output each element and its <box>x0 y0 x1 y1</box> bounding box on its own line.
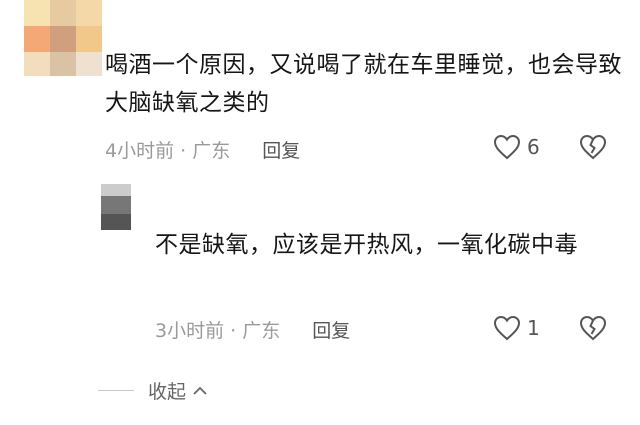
meta-separator: · <box>230 320 237 342</box>
avatar-mosaic-cell <box>50 26 76 52</box>
collapse-replies-button[interactable]: 收起 <box>98 377 208 404</box>
heart-outline-icon <box>493 134 521 160</box>
avatar-mosaic-cell <box>101 214 131 230</box>
like-button[interactable]: 1 <box>493 315 540 341</box>
avatar-mosaic-cell <box>24 0 50 26</box>
avatar-mosaic-cell <box>76 0 102 26</box>
collapse-label: 收起 <box>148 381 187 403</box>
meta-separator: · <box>180 140 187 162</box>
avatar-mosaic-cell <box>50 0 76 26</box>
reply-text: 不是缺氧，应该是开热风，一氧化碳中毒 <box>155 232 578 258</box>
dislike-button[interactable] <box>579 315 607 345</box>
comment-time: 4小时前 <box>105 140 175 162</box>
broken-heart-icon <box>579 315 607 341</box>
reply-button[interactable]: 回复 <box>312 320 350 342</box>
user-avatar[interactable] <box>24 0 102 76</box>
broken-heart-icon <box>579 134 607 160</box>
heart-outline-icon <box>493 315 521 341</box>
avatar-mosaic-cell <box>50 52 76 76</box>
like-button[interactable]: 6 <box>493 134 540 160</box>
avatar-mosaic-cell <box>76 52 102 76</box>
reply-meta: 3小时前 · 广东 回复 <box>155 316 350 343</box>
comment-text: 喝酒一个原因，又说喝了就在车里睡觉，也会导致大脑缺氧之类的 <box>105 52 622 116</box>
avatar-mosaic-cell <box>101 184 131 196</box>
avatar-mosaic-cell <box>101 196 131 214</box>
like-count: 6 <box>527 135 540 159</box>
comment-meta: 4小时前 · 广东 回复 <box>105 136 300 163</box>
divider-line <box>98 390 134 391</box>
reply-time: 3小时前 <box>155 320 225 342</box>
comment-location: 广东 <box>192 140 231 162</box>
reply-location: 广东 <box>242 320 281 342</box>
avatar-mosaic-cell <box>76 26 102 52</box>
dislike-button[interactable] <box>579 134 607 164</box>
reply-button[interactable]: 回复 <box>262 140 300 162</box>
like-count: 1 <box>527 316 540 340</box>
chevron-up-icon <box>193 386 207 395</box>
avatar-mosaic-cell <box>24 52 50 76</box>
avatar-mosaic-cell <box>24 26 50 52</box>
reply-user-avatar[interactable] <box>101 184 131 230</box>
